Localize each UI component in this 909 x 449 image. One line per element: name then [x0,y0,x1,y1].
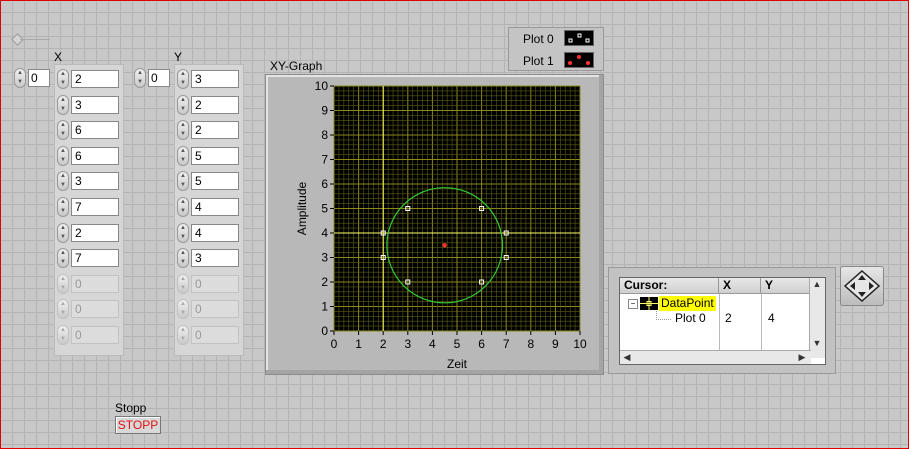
x-tick-label: 10 [573,337,587,351]
y-tick-label: 1 [321,300,328,314]
x-tick-label: 9 [552,337,559,351]
vertical-scrollbar[interactable]: ▲ ▼ [809,278,825,358]
x-axis-label: Zeit [447,357,468,371]
cursor-panel: Cursor: X Y − DataPoint Plot 0 2 4 ▲ ▼ ◀… [608,267,836,374]
x-tick-label: 1 [355,337,362,351]
cursor-y-value: 4 [768,311,775,325]
y-axis-label: Amplitude [295,182,309,236]
y-tick-label: 0 [321,324,328,338]
x-tick-label: 2 [380,337,387,351]
y-tick-label: 10 [315,79,329,93]
column-divider [761,294,762,352]
scroll-up-icon[interactable]: ▲ [810,278,824,291]
x-tick-label: 6 [478,337,485,351]
xy-graph[interactable]: 0 1 2 3 4 5 6 7 8 9 10 0 1 2 3 4 5 6 7 8 9 10 Zeit Amplitude [0,0,909,449]
cursor-table[interactable]: Cursor: X Y − DataPoint Plot 0 2 4 ▲ ▼ ◀… [619,277,826,365]
y-tick-label: 9 [321,104,328,118]
x-tick-label: 7 [503,337,510,351]
x-tick-label: 5 [454,337,461,351]
scroll-left-icon[interactable]: ◀ [620,351,634,364]
x-tick-label: 4 [429,337,436,351]
tree-line [656,311,671,320]
stop-label: Stopp [115,401,147,415]
cursor-name[interactable]: DataPoint [659,296,716,311]
scroll-down-icon[interactable]: ▼ [810,337,824,350]
header-x: X [719,278,761,294]
y-tick-label: 2 [321,275,328,289]
y-tick-label: 8 [321,128,328,142]
header-cursor: Cursor: [620,278,719,294]
diamond-move-icon [843,269,881,303]
cursor-plot-name: Plot 0 [675,311,706,325]
horizontal-scrollbar[interactable]: ◀ ▶ [620,350,811,364]
y-tick-label: 3 [321,251,328,265]
x-tick-label: 0 [331,337,338,351]
data-point [442,243,447,248]
cursor-x-value: 2 [725,311,732,325]
x-tick-label: 8 [527,337,534,351]
y-tick-label: 7 [321,153,328,167]
x-tick-label: 3 [404,337,411,351]
y-tick-label: 5 [321,202,328,216]
stop-button[interactable]: STOPP [115,416,161,434]
y-tick-label: 6 [321,177,328,191]
cursor-crosshair-icon [640,297,658,310]
column-divider [719,294,720,352]
y-tick-label: 4 [321,226,328,240]
collapse-toggle-icon[interactable]: − [628,299,638,309]
header-y: Y [761,278,811,294]
cursor-move-button[interactable] [840,266,884,306]
scroll-right-icon[interactable]: ▶ [795,351,809,364]
